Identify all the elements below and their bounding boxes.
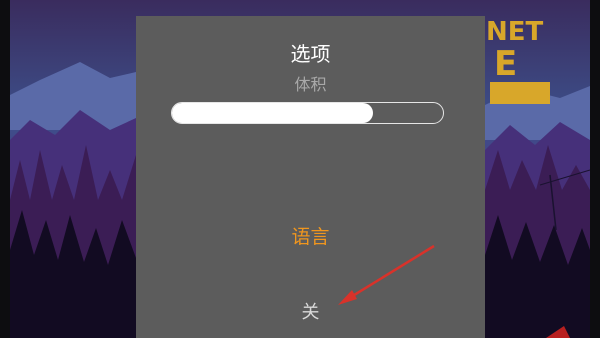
game-logo: NET E	[486, 17, 550, 104]
corner-marker-icon	[546, 326, 570, 338]
right-frame-bar	[590, 0, 600, 338]
volume-slider[interactable]	[171, 102, 444, 124]
left-frame-bar	[0, 0, 10, 338]
volume-label: 体积	[294, 75, 327, 94]
volume-slider-fill	[172, 103, 373, 123]
game-logo-banner	[490, 82, 550, 104]
game-logo-text-middle: E	[494, 44, 517, 84]
annotation-arrow-icon	[338, 244, 435, 305]
options-title: 选项	[290, 42, 331, 66]
game-logo-text-top: NET	[486, 17, 544, 47]
